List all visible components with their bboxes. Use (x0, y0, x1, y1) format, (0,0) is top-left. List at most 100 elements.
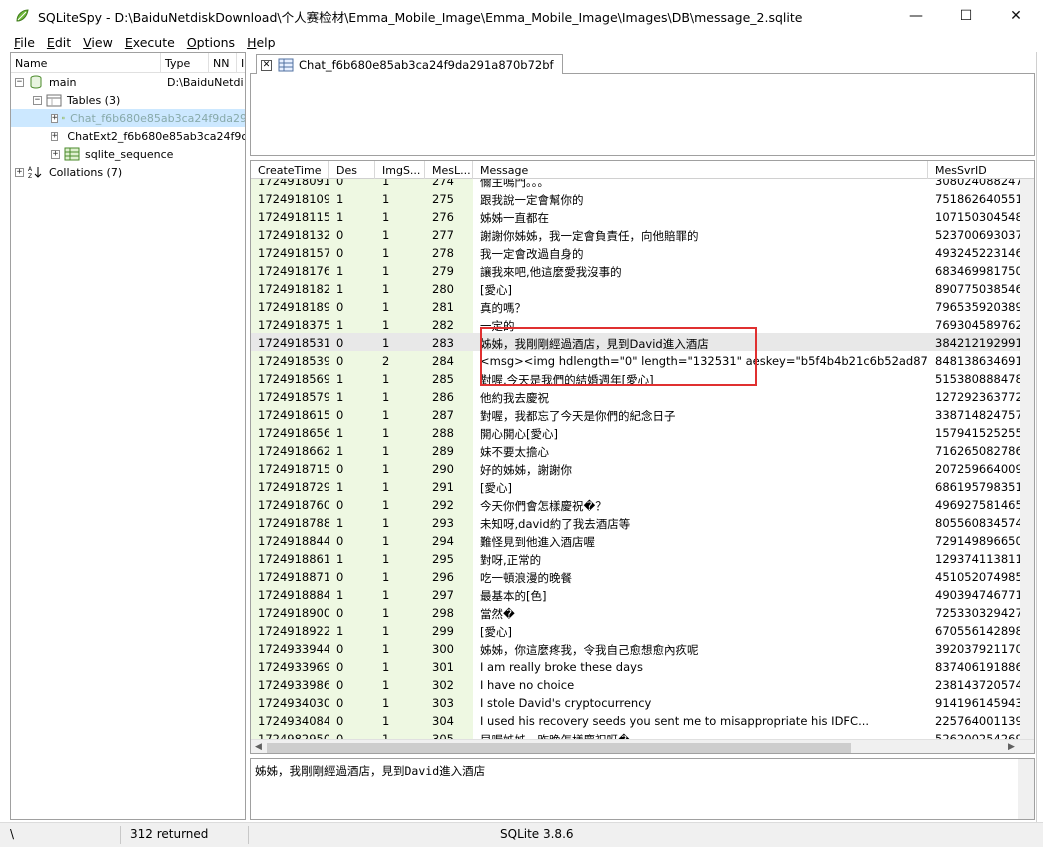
cell-des[interactable]: 1 (329, 387, 375, 405)
cell-messvrid[interactable]: 7518626405513 (928, 189, 1020, 207)
horizontal-scrollbar[interactable]: ◀ ▶ (251, 739, 1034, 753)
collapse-icon[interactable]: − (15, 77, 24, 87)
scroll-left-arrow-icon[interactable]: ◀ (255, 742, 262, 752)
table-row[interactable]: 1724934030 0 1 303 I stole David's cryptocur… (251, 693, 1034, 711)
table-row[interactable]: 172491890001298當然�7253303294278 (251, 603, 1034, 621)
cell-meslocalid[interactable]: 304 (425, 711, 473, 729)
cell-messvrid[interactable]: 6705561428983 (928, 621, 1020, 639)
cell-imgstatus[interactable]: 1 (375, 207, 425, 225)
cell-message[interactable]: 未知呀,david約了我去酒店等 (473, 513, 928, 531)
cell-messvrid[interactable]: 7253303294278 (928, 603, 1020, 621)
column-header-des[interactable]: Des (329, 161, 375, 179)
cell-imgstatus[interactable]: 1 (375, 675, 425, 693)
cell-imgstatus[interactable]: 1 (375, 513, 425, 531)
table-row[interactable]: 172491886111295對呀,正常的1293741138111 (251, 549, 1034, 567)
cell-message[interactable]: I have no choice (473, 675, 928, 693)
cell-messvrid[interactable]: 5237006930377 (928, 225, 1020, 243)
cell-imgstatus[interactable]: 1 (375, 495, 425, 513)
cell-imgstatus[interactable]: 1 (375, 657, 425, 675)
cell-messvrid[interactable]: 2072596640092 (928, 459, 1020, 477)
cell-messvrid[interactable]: 8481386346916 (928, 351, 1020, 369)
cell-createtime[interactable]: 1724918884 (251, 585, 329, 603)
table-row[interactable]: 1724918788 1 1 293 未知呀,david約了我去酒店等 805560834… (251, 513, 1034, 531)
cell-meslocalid[interactable]: 296 (425, 567, 473, 585)
cell-imgstatus[interactable]: 1 (375, 225, 425, 243)
cell-message[interactable]: 今天你們會怎樣慶祝�？ (473, 495, 928, 513)
cell-meslocalid[interactable]: 280 (425, 279, 473, 297)
cell-detail-box[interactable]: 姊姊，我剛剛經過酒店，見到David進入酒店 (250, 758, 1035, 820)
cell-messvrid[interactable]: 3387148247577 (928, 405, 1020, 423)
cell-createtime[interactable]: 1724918900 (251, 603, 329, 621)
cell-message[interactable]: 妹不要太擔心 (473, 441, 928, 459)
cell-meslocalid[interactable]: 303 (425, 693, 473, 711)
cell-meslocalid[interactable]: 275 (425, 189, 473, 207)
cell-des[interactable]: 0 (329, 531, 375, 549)
column-header-meslocalid[interactable]: MesL... (425, 161, 473, 179)
cell-createtime[interactable]: 1724918569 (251, 369, 329, 387)
menu-execute[interactable]: Execute (119, 35, 181, 50)
cell-imgstatus[interactable]: 1 (375, 639, 425, 657)
cell-imgstatus[interactable]: 1 (375, 459, 425, 477)
cell-imgstatus[interactable]: 1 (375, 621, 425, 639)
cell-message[interactable]: 當然� (473, 603, 928, 621)
table-row[interactable]: 172491866211289妹不要太擔心7162650827868 (251, 441, 1034, 459)
cell-des[interactable]: 0 (329, 225, 375, 243)
cell-des[interactable]: 0 (329, 495, 375, 513)
table-row[interactable]: 172498295001305早喔姊姊，昨晚怎樣慶祝呀�526200254269… (251, 729, 1034, 739)
table-row[interactable]: 172491871501290好的姊姊，謝謝你2072596640092 (251, 459, 1034, 477)
cell-messvrid[interactable]: 9141961459438 (928, 693, 1020, 711)
cell-des[interactable]: 0 (329, 711, 375, 729)
tree-header-extra[interactable]: I (237, 53, 245, 72)
cell-des[interactable]: 1 (329, 549, 375, 567)
table-row[interactable]: 172491815701278我一定會改過自身的4932452231463 (251, 243, 1034, 261)
cell-meslocalid[interactable]: 289 (425, 441, 473, 459)
cell-meslocalid[interactable]: 292 (425, 495, 473, 513)
cell-imgstatus[interactable]: 1 (375, 441, 425, 459)
cell-message[interactable]: I am really broke these days (473, 657, 928, 675)
column-header-createtime[interactable]: CreateTime (251, 161, 329, 179)
table-row[interactable]: 172491892211299[愛心]6705561428983 (251, 621, 1034, 639)
cell-meslocalid[interactable]: 299 (425, 621, 473, 639)
cell-createtime[interactable]: 1724918132 (251, 225, 329, 243)
cell-des[interactable]: 1 (329, 585, 375, 603)
cell-imgstatus[interactable]: 1 (375, 189, 425, 207)
cell-message[interactable]: 對呀,正常的 (473, 549, 928, 567)
cell-message[interactable]: 他約我去慶祝 (473, 387, 928, 405)
grid-body[interactable]: 172491809101274儞主嗚門。。。308024088247117249… (251, 179, 1034, 739)
cell-createtime[interactable]: 1724918579 (251, 387, 329, 405)
table-row[interactable]: 1724933944 0 1 300 姊姊，你這麼疼我，令我自己愈想愈內疚呢 392037… (251, 639, 1034, 657)
menu-file[interactable]: File (8, 35, 41, 50)
cell-messvrid[interactable]: 6834699817504 (928, 261, 1020, 279)
cell-messvrid[interactable]: 1579415252551 (928, 423, 1020, 441)
cell-des[interactable]: 1 (329, 315, 375, 333)
cell-createtime[interactable]: 1724933969 (251, 657, 329, 675)
close-tab-icon[interactable]: ✕ (261, 59, 272, 71)
close-button[interactable]: ✕ (993, 0, 1039, 32)
cell-imgstatus[interactable]: 1 (375, 279, 425, 297)
horizontal-scroll-thumb[interactable] (267, 743, 851, 753)
cell-des[interactable]: 0 (329, 639, 375, 657)
cell-createtime[interactable]: 1724918115 (251, 207, 329, 225)
cell-createtime[interactable]: 1724918615 (251, 405, 329, 423)
cell-des[interactable]: 0 (329, 693, 375, 711)
cell-des[interactable]: 1 (329, 261, 375, 279)
cell-message[interactable]: 好的姊姊，謝謝你 (473, 459, 928, 477)
cell-imgstatus[interactable]: 1 (375, 405, 425, 423)
cell-des[interactable]: 0 (329, 179, 375, 189)
tree-node-table-sqlite-sequence[interactable]: + sqlite_sequence (51, 145, 245, 163)
tree-node-table-chatext2[interactable]: + ChatExt2_f6b680e85ab3ca24f9c (51, 127, 245, 145)
cell-createtime[interactable]: 1724934030 (251, 693, 329, 711)
cell-createtime[interactable]: 1724918539 (251, 351, 329, 369)
cell-imgstatus[interactable]: 1 (375, 711, 425, 729)
cell-messvrid[interactable]: 3842121929913 (928, 333, 1020, 351)
cell-imgstatus[interactable]: 1 (375, 549, 425, 567)
collapse-icon[interactable]: − (33, 95, 42, 105)
cell-meslocalid[interactable]: 297 (425, 585, 473, 603)
cell-des[interactable]: 0 (329, 333, 375, 351)
cell-meslocalid[interactable]: 284 (425, 351, 473, 369)
cell-createtime[interactable]: 1724918760 (251, 495, 329, 513)
table-row[interactable]: 1724933969 0 1 301 I am really broke these d… (251, 657, 1034, 675)
column-header-messvrid[interactable]: MesSvrID (928, 161, 1020, 179)
table-row[interactable]: 1724918132 0 1 277 謝謝你姊姊，我一定會負責任，向他賠罪的 523700… (251, 225, 1034, 243)
cell-message[interactable]: <msg><img hdlength="0" length="132531" a… (473, 351, 928, 369)
